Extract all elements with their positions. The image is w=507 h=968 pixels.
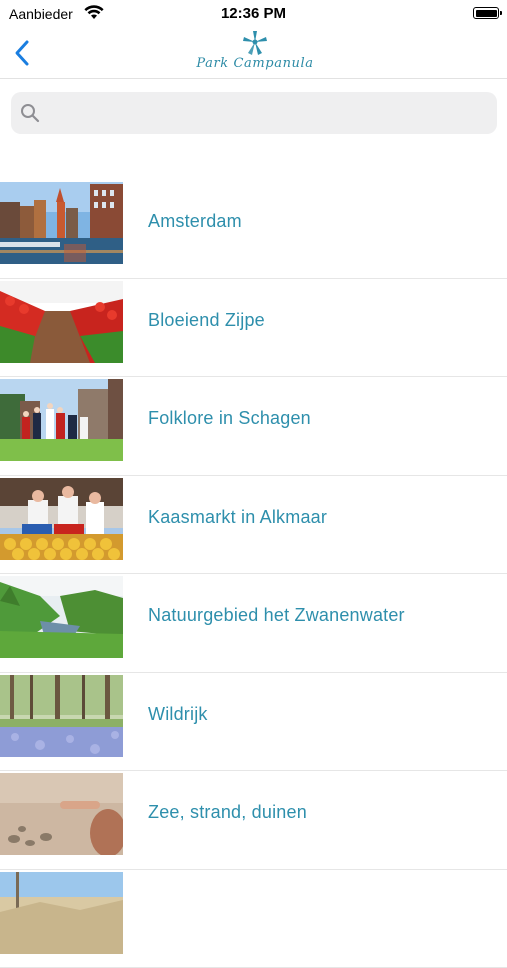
canal-city-image [0, 182, 123, 264]
list-item-kaasmarkt-alkmaar[interactable]: Kaasmarkt in Alkmaar [0, 476, 507, 575]
search-bar[interactable] [11, 92, 497, 134]
list-item-bloeiend-zijpe[interactable]: Bloeiend Zijpe [0, 279, 507, 378]
list-item-amsterdam[interactable]: Amsterdam [0, 180, 507, 279]
list-item-zwanenwater[interactable]: Natuurgebied het Zwanenwater [0, 574, 507, 673]
search-icon [20, 103, 40, 123]
flower-logo-icon [240, 30, 270, 56]
list-item-label: Wildrijk [148, 704, 208, 725]
dunes-trail-image [0, 872, 123, 954]
bluebell-forest-image [0, 675, 123, 757]
list-item-folklore-schagen[interactable]: Folklore in Schagen [0, 377, 507, 476]
list-item-label: Kaasmarkt in Alkmaar [148, 507, 327, 528]
beach-sand-image [0, 773, 123, 855]
back-button[interactable] [12, 36, 38, 70]
search-input[interactable] [47, 92, 491, 136]
list-item-dunes[interactable] [0, 870, 507, 968]
list-item-label: Amsterdam [148, 211, 242, 232]
nature-reserve-image [0, 576, 123, 658]
list-item-wildrijk[interactable]: Wildrijk [0, 673, 507, 772]
attractions-list: Amsterdam Bloeiend Zijpe [0, 180, 507, 968]
list-item-label: Folklore in Schagen [148, 408, 311, 429]
list-item-zee-strand-duinen[interactable]: Zee, strand, duinen [0, 771, 507, 870]
list-item-label: Natuurgebied het Zwanenwater [148, 605, 405, 626]
cheese-market-image [0, 478, 123, 560]
list-item-label: Zee, strand, duinen [148, 802, 307, 823]
folklore-dancers-image [0, 379, 123, 461]
battery-icon [473, 7, 499, 19]
tulip-field-image [0, 281, 123, 363]
clock: 12:36 PM [0, 5, 507, 22]
park-logo: Park Campanula [190, 28, 320, 76]
list-item-label: Bloeiend Zijpe [148, 310, 265, 331]
logo-text: Park Campanula [190, 56, 320, 71]
navigation-bar: Park Campanula [0, 28, 507, 79]
status-bar: Aanbieder 12:36 PM [0, 0, 507, 28]
chevron-left-icon [12, 36, 38, 70]
